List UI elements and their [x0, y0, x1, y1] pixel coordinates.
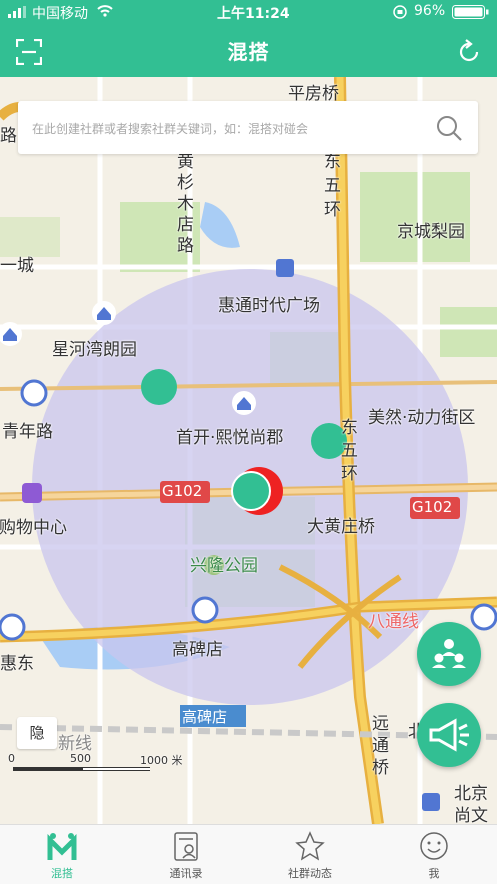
map-label: 尚文 — [454, 806, 488, 824]
contacts-icon — [174, 832, 198, 861]
profile-icon — [420, 832, 448, 860]
map-label: 远通桥 — [372, 714, 389, 778]
search-input[interactable] — [30, 101, 434, 156]
tab-me[interactable]: 我 — [372, 825, 496, 884]
page-title: 混搭 — [227, 40, 270, 64]
tab-mashup[interactable]: 混搭 — [0, 825, 124, 884]
search-bar[interactable] — [18, 101, 478, 156]
map-label: 黄杉木店路 — [177, 152, 194, 256]
tab-label: 混搭 — [51, 867, 73, 880]
tab-bar: 混搭 通讯录 社群动态 我 — [0, 824, 497, 884]
carrier-label: 中国移动 — [32, 6, 88, 22]
map-label: 一城 — [0, 256, 34, 276]
map-label: 八通线 — [368, 612, 419, 632]
tab-label: 我 — [428, 867, 440, 880]
search-icon[interactable] — [436, 115, 462, 141]
tab-label: 通讯录 — [169, 867, 203, 880]
map-label: 高碑店 — [182, 708, 228, 726]
refresh-icon[interactable] — [456, 39, 482, 65]
map-label: 美然·动力街区 — [368, 408, 476, 428]
map-label: G102 — [412, 498, 453, 516]
tab-contacts[interactable]: 通讯录 — [124, 825, 248, 884]
map-label: 大黄庄桥 — [307, 517, 375, 537]
map-label: 首开·熙悦尚郡 — [176, 428, 284, 448]
nav-bar: 混搭 — [0, 24, 497, 77]
map-label: 高碑店 — [172, 640, 223, 660]
map-label: 东五环 — [341, 418, 358, 484]
scale-label: 500 — [70, 752, 91, 765]
battery-icon — [452, 5, 490, 24]
map-view[interactable]: 平房桥 黄杉木店路 东五环 京城梨园 一城 惠通时代广场 星河湾朗园 青年路 美… — [0, 77, 497, 824]
map-label: G102 — [162, 482, 203, 500]
tab-label: 社群动态 — [288, 867, 332, 880]
hide-button[interactable]: 隐 — [17, 717, 57, 749]
map-label: 青年路 — [2, 422, 53, 442]
scale-label: 1000 米 — [140, 754, 183, 767]
megaphone-icon — [429, 718, 469, 752]
signal-icon — [8, 6, 28, 22]
map-label: 东五环 — [324, 152, 341, 220]
battery-percent: 96% — [414, 3, 446, 19]
map-label: 兴隆公园 — [190, 556, 258, 576]
map-label: 路 — [0, 126, 17, 146]
star-icon — [295, 831, 325, 861]
mashup-icon — [47, 833, 77, 860]
community-button[interactable] — [417, 622, 481, 686]
lock-rotation-icon — [393, 5, 407, 23]
wifi-icon — [97, 4, 113, 22]
map-label: 东购物中心 — [0, 518, 67, 538]
broadcast-button[interactable] — [417, 703, 481, 767]
map-label: 星河湾朗园 — [52, 340, 137, 360]
map-label: 新线 — [58, 734, 92, 754]
map-label: 惠通时代广场 — [218, 296, 320, 316]
status-bar: 中国移动 上午11:24 96% — [0, 0, 497, 24]
scale-label: 0 — [8, 752, 15, 765]
community-icon — [432, 639, 466, 668]
map-label: 京城梨园 — [397, 222, 465, 242]
clock-label: 上午11:24 — [217, 6, 290, 22]
tab-community-feed[interactable]: 社群动态 — [248, 825, 372, 884]
map-label: 惠东 — [0, 654, 34, 674]
